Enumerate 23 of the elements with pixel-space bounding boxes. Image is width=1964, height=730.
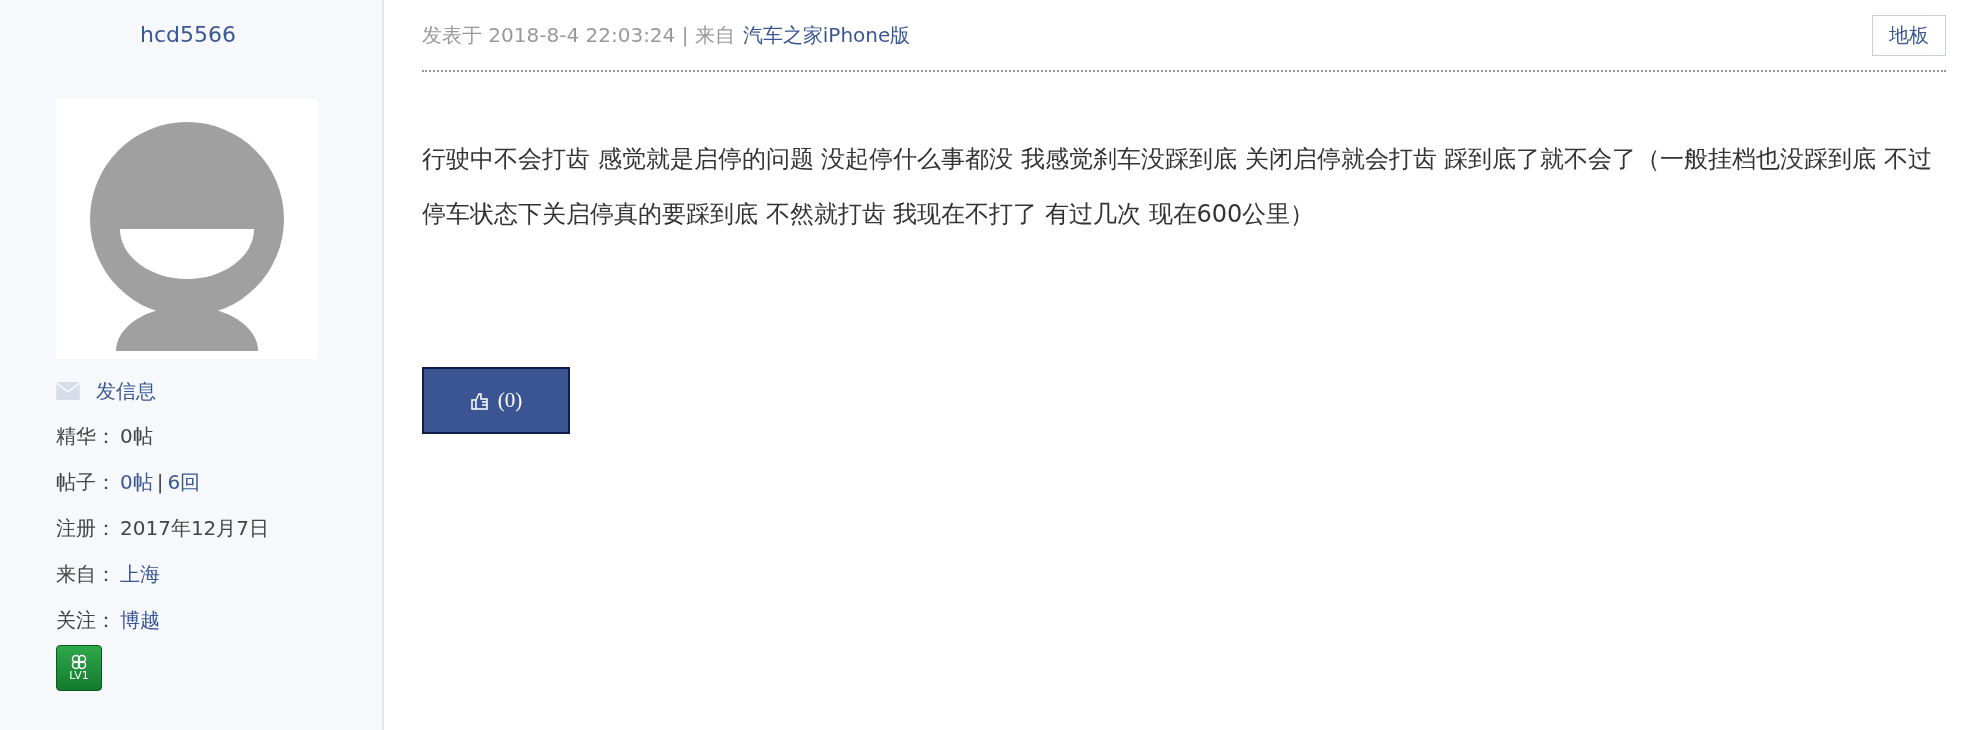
stat-label: 关注： — [56, 606, 116, 634]
post-body: 行驶中不会打齿 感觉就是启停的问题 没起停什么事都没 我感觉刹车没踩到底 关闭启停就会打齿 踩到底了就不会了（一般挂档也没踩到底 不过停车状态下关启停真的要踩到底 不然就打齿 我现在不打了 有过几次 现在600公里） — [422, 144, 1932, 230]
like-button[interactable]: (0) — [422, 367, 570, 434]
stat-value: 0帖 — [120, 422, 153, 450]
post-meta: 发表于 2018-8-4 22:03:24 | 来自 — [422, 21, 735, 49]
stat-link[interactable]: 博越 — [120, 606, 160, 634]
stat-label: 注册： — [56, 514, 116, 542]
stat-label: 帖子： — [56, 468, 116, 496]
envelope-icon — [56, 382, 80, 400]
username-link[interactable]: hcd5566 — [140, 22, 382, 47]
send-message-link[interactable]: 发信息 — [96, 377, 156, 405]
stat-value: 2017年12月7日 — [120, 514, 270, 542]
level-text: LV1 — [69, 670, 89, 682]
stat-value: | — [156, 470, 164, 494]
stat-link[interactable]: 0帖 — [120, 468, 153, 496]
stat-link[interactable]: 6回 — [167, 468, 201, 496]
stat-label: 精华： — [56, 422, 116, 450]
flower-icon — [69, 654, 89, 670]
stat-link[interactable]: 上海 — [120, 560, 160, 588]
stat-label: 来自： — [56, 560, 116, 588]
thumbs-up-icon — [469, 390, 490, 411]
source-link[interactable]: 汽车之家iPhone版 — [742, 21, 911, 49]
floor-button[interactable]: 地板 — [1872, 14, 1946, 56]
